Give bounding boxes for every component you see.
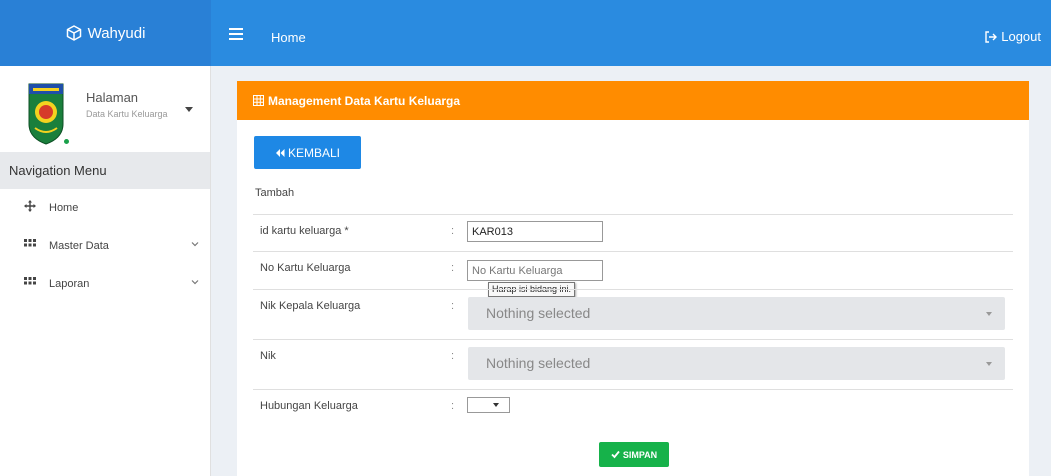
nik-label: Nik <box>260 350 276 362</box>
caret-down-icon[interactable] <box>185 107 193 112</box>
sidebar-item-laporan[interactable]: Laporan <box>0 266 210 304</box>
grid-icon <box>24 239 36 247</box>
top-navbar: Wahyudi Home Logout <box>0 0 1051 66</box>
double-chevron-left-icon <box>275 148 285 157</box>
sidebar-item-master-data[interactable]: Master Data <box>0 228 210 266</box>
user-panel-subtitle: Data Kartu Keluarga <box>86 109 168 119</box>
table-icon <box>253 95 264 106</box>
section-title: Tambah <box>255 187 295 199</box>
logout-button[interactable]: Logout <box>984 29 1041 44</box>
no-kartu-label: No Kartu Keluarga <box>260 262 351 274</box>
sidebar-item-label: Laporan <box>49 278 90 290</box>
hubungan-select[interactable] <box>467 397 510 413</box>
nik-kepala-select-value: Nothing selected <box>486 305 591 321</box>
chevron-down-icon <box>191 242 199 247</box>
nik-select-value: Nothing selected <box>486 355 591 371</box>
hubungan-label: Hubungan Keluarga <box>260 400 358 412</box>
sign-out-icon <box>985 30 998 43</box>
save-button-label: SIMPAN <box>622 449 658 460</box>
cube-icon <box>66 25 81 41</box>
chevron-down-icon <box>191 280 199 285</box>
divider <box>253 214 1013 215</box>
caret-down-icon <box>493 403 499 407</box>
check-icon <box>611 450 620 459</box>
no-kartu-input[interactable] <box>467 260 603 281</box>
colon: : <box>451 350 455 362</box>
sidebar: Halaman Data Kartu Keluarga Navigation M… <box>0 66 211 476</box>
back-button-label: KEMBALI <box>287 145 341 160</box>
user-panel-title: Halaman <box>86 90 139 105</box>
back-button[interactable]: KEMBALI <box>254 136 361 169</box>
arrows-move-icon <box>24 200 36 212</box>
sidebar-item-label: Home <box>49 202 79 214</box>
id-kartu-input[interactable] <box>467 221 603 242</box>
sidebar-item-label: Master Data <box>49 240 109 252</box>
save-button[interactable]: SIMPAN <box>599 442 669 467</box>
page-title: Home <box>271 30 306 45</box>
nik-select[interactable]: Nothing selected <box>468 347 1005 380</box>
online-status-dot <box>63 138 70 145</box>
hamburger-icon[interactable] <box>229 28 243 40</box>
nik-kepala-label: Nik Kepala Keluarga <box>260 300 361 312</box>
nik-kepala-select[interactable]: Nothing selected <box>468 297 1005 330</box>
nav-header: Navigation Menu <box>0 152 210 189</box>
panel-header: Management Data Kartu Keluarga <box>237 81 1029 120</box>
colon: : <box>451 300 455 312</box>
divider <box>253 289 1013 290</box>
caret-down-icon <box>986 362 992 366</box>
avatar <box>28 83 64 145</box>
colon: : <box>451 400 455 412</box>
caret-down-icon <box>986 312 992 316</box>
colon: : <box>451 262 455 274</box>
colon: : <box>451 225 455 237</box>
divider <box>253 339 1013 340</box>
brand-logo[interactable]: Wahyudi <box>0 0 211 66</box>
logout-label: Logout <box>1001 29 1041 44</box>
panel-title: Management Data Kartu Keluarga <box>268 94 461 108</box>
divider <box>253 251 1013 252</box>
user-panel: Halaman Data Kartu Keluarga <box>0 66 210 152</box>
id-kartu-label: id kartu keluarga * <box>260 225 349 237</box>
grid-icon <box>24 277 36 285</box>
sidebar-item-home[interactable]: Home <box>0 190 210 228</box>
brand-name: Wahyudi <box>87 24 146 42</box>
divider <box>253 389 1013 390</box>
form-panel: Management Data Kartu Keluarga KEMBALI T… <box>237 81 1029 476</box>
